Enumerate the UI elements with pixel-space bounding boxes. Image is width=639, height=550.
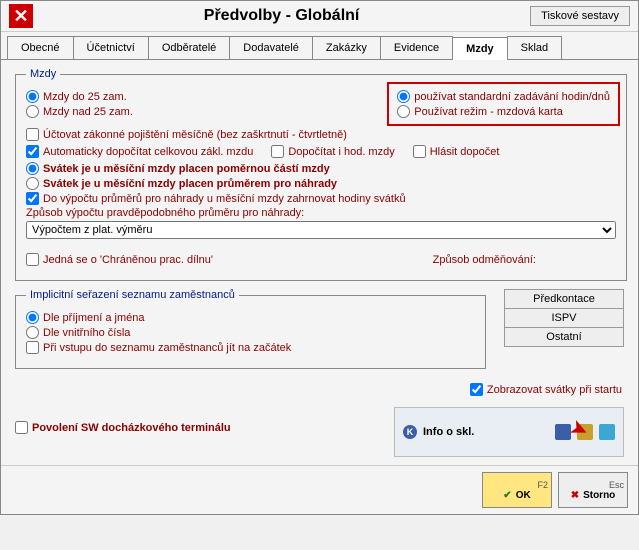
label-zacatek: Při vstupu do seznamu zaměstnanců jít na… [43,342,291,354]
tab-mzdy[interactable]: Mzdy [452,37,508,60]
app-badge-icon: K [403,425,417,439]
window: ✕ Předvolby - Globální Tiskové sestavy O… [0,0,639,515]
radio-use-card[interactable] [397,105,410,118]
label-chranena: Jedná se o 'Chráněnou prac. dílnu' [43,254,213,266]
tab-odberatele[interactable]: Odběratelé [148,36,230,59]
titlebar: ✕ Předvolby - Globální Tiskové sestavy [1,1,638,32]
label-dopocitat-hod: Dopočítat i hod. mzdy [288,146,394,158]
tray-icon-2[interactable] [577,424,593,440]
check-dopocitat-hod[interactable] [271,145,284,158]
storno-key-hint: Esc [609,480,627,490]
radio-dle-cisla[interactable] [26,326,39,339]
label-auto-dopocitat: Automaticky dopočítat celkovou zákl. mzd… [43,146,253,158]
mzdy-legend: Mzdy [26,68,60,80]
predkontace-button[interactable]: Předkontace [504,289,624,309]
label-use-card: Používat režim - mzdová karta [414,106,563,118]
window-title: Předvolby - Globální [33,7,530,25]
tray-icon-1[interactable] [555,424,571,440]
check-uctovat[interactable] [26,128,39,141]
tray-icon-3[interactable] [599,424,615,440]
mzdy-group: Mzdy Mzdy do 25 zam. Mzdy nad 25 zam. [15,68,627,281]
label-mzdy-nad25: Mzdy nad 25 zam. [43,106,133,118]
ok-key-hint: F2 [537,480,551,490]
radio-mzdy-nad25[interactable] [26,105,39,118]
tab-bar: Obecné Účetnictví Odběratelé Dodavatelé … [1,32,638,60]
tab-ucetnictvi[interactable]: Účetnictví [73,36,149,59]
tab-dodavatele[interactable]: Dodavatelé [229,36,313,59]
label-zobrazovat-svatky: Zobrazovat svátky při startu [487,384,622,396]
close-icon[interactable]: ✕ [9,4,33,28]
label-dle-cisla: Dle vnitřního čísla [43,327,130,339]
cancel-x-icon: ✖ [571,490,579,501]
check-zacatek[interactable] [26,341,39,354]
radio-svatek-pomer[interactable] [26,162,39,175]
check-icon: ✔ [503,490,511,501]
ostatni-button[interactable]: Ostatní [504,327,624,347]
label-svatek-prumer: Svátek je u měsíční mzdy placen průměrem… [43,178,337,190]
radio-mzdy-do25[interactable] [26,90,39,103]
tab-content: Mzdy Mzdy do 25 zam. Mzdy nad 25 zam. [1,60,638,465]
radio-dle-prijmeni[interactable] [26,311,39,324]
label-zpusob-odmen: Způsob odměňování: [433,254,536,266]
print-reports-button[interactable]: Tiskové sestavy [530,6,630,26]
label-mzdy-do25: Mzdy do 25 zam. [43,91,127,103]
storno-label: Storno [583,490,615,501]
ok-label: OK [516,490,531,501]
ok-button[interactable]: F2 ✔ OK [482,472,552,508]
label-do-vypoctu: Do výpočtu průměrů pro náhrady u měsíční… [43,193,406,205]
tray-preview: K Info o skl. ➤ [394,407,624,457]
sort-group: Implicitní seřazení seznamu zaměstnanců … [15,289,486,369]
label-uctovat: Účtovat zákonné pojištění měsíčně (bez z… [43,129,347,141]
sort-legend: Implicitní seřazení seznamu zaměstnanců [26,289,239,301]
storno-button[interactable]: Esc ✖ Storno [558,472,628,508]
check-hlasit[interactable] [413,145,426,158]
highlighted-mode-box: používat standardní zadávání hodin/dnů P… [387,82,620,126]
select-zpusob-vypoctu[interactable]: Výpočtem z plat. výměru [26,221,616,239]
label-povoleni-sw: Povolení SW docházkového terminálu [32,422,231,434]
tab-evidence[interactable]: Evidence [380,36,453,59]
tab-obecne[interactable]: Obecné [7,36,74,59]
tab-zakazky[interactable]: Zakázky [312,36,381,59]
check-zobrazovat-svatky[interactable] [470,383,483,396]
tab-sklad[interactable]: Sklad [507,36,563,59]
check-do-vypoctu[interactable] [26,192,39,205]
label-hlasit: Hlásit dopočet [430,146,500,158]
label-svatek-pomer: Svátek je u měsíční mzdy placen poměrnou… [43,163,330,175]
check-chranena[interactable] [26,253,39,266]
ispv-button[interactable]: ISPV [504,308,624,328]
radio-svatek-prumer[interactable] [26,177,39,190]
label-use-std: používat standardní zadávání hodin/dnů [414,91,610,103]
label-dle-prijmeni: Dle příjmení a jména [43,312,145,324]
bottom-button-bar: F2 ✔ OK Esc ✖ Storno [1,465,638,514]
check-auto-dopocitat[interactable] [26,145,39,158]
tray-info-label: Info o skl. [423,426,474,438]
right-button-stack: Předkontace ISPV Ostatní [504,289,624,377]
label-zpusob-vypoctu: Způsob výpočtu pravděpodobného průměru p… [26,207,616,219]
radio-use-std[interactable] [397,90,410,103]
check-povoleni-sw[interactable] [15,421,28,434]
